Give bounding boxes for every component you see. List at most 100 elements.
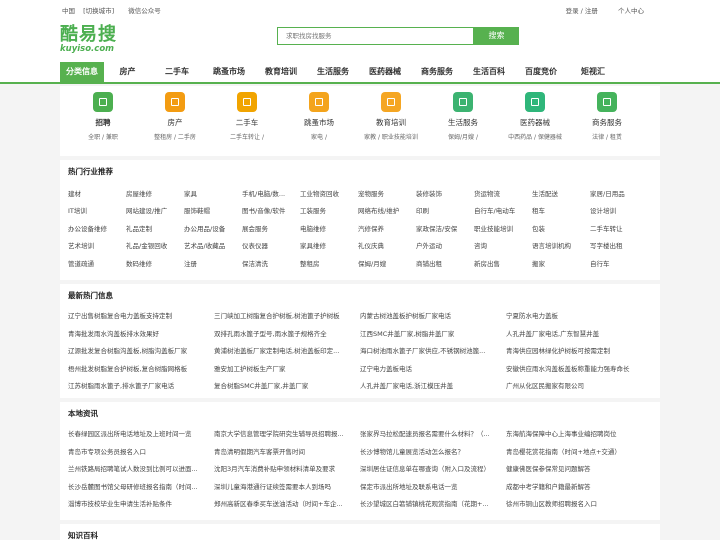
news-link[interactable]: 淄博市技校毕业生申请生活补贴条件: [68, 498, 214, 508]
news-link[interactable]: 复合树脂SMC井盖厂家,井盖厂家: [214, 380, 360, 390]
industry-link[interactable]: 礼仪庆典: [358, 240, 416, 250]
news-link[interactable]: 深圳儿童海港通行证续签需要本人到场吗: [214, 481, 360, 491]
industry-link[interactable]: 咨询: [474, 240, 532, 250]
category-item[interactable]: 商务服务 法律 / 租赁: [577, 92, 637, 141]
industry-link[interactable]: 房屋维修: [126, 188, 184, 198]
industry-link[interactable]: 管道疏通: [68, 258, 126, 268]
login-register-link[interactable]: 登录 / 注册: [566, 7, 598, 15]
news-link[interactable]: 南京大学信息管理学院研究生辅导员招聘报...: [214, 428, 360, 438]
news-link[interactable]: 青岛清明假期汽车客票开售时间: [214, 446, 360, 456]
industry-link[interactable]: 搬家: [532, 258, 590, 268]
news-link[interactable]: 青海批发雨水沟盖板排水效果好: [68, 328, 214, 338]
news-link[interactable]: 辽源批发复合树脂沟盖板,树脂沟盖板厂家: [68, 345, 214, 355]
news-link[interactable]: 青岛市专项公务员报名入口: [68, 446, 214, 456]
industry-link[interactable]: 礼品/金银回收: [126, 240, 184, 250]
category-subtitle[interactable]: 中西药品 / 保健器械: [505, 132, 565, 141]
industry-link[interactable]: 手机/电脑/数...: [242, 188, 300, 198]
industry-link[interactable]: 服饰鞋帽: [184, 205, 242, 215]
nav-item[interactable]: 跳蚤市场: [203, 62, 255, 82]
news-link[interactable]: 宁夏防水电力盖板: [506, 310, 652, 320]
industry-link[interactable]: 家具维修: [300, 240, 358, 250]
industry-link[interactable]: 图书/音像/软件: [242, 205, 300, 215]
category-subtitle[interactable]: 法律 / 租赁: [577, 132, 637, 141]
industry-link[interactable]: 网络布线/维护: [358, 205, 416, 215]
news-link[interactable]: 安徽供应雨水沟盖板盖板称重能力强寿命长: [506, 363, 652, 373]
industry-link[interactable]: 办公设备维修: [68, 223, 126, 233]
news-link[interactable]: 保定市派出所地址及联系电话一览: [360, 481, 506, 491]
category-subtitle[interactable]: 保姆/月嫂 /: [433, 132, 493, 141]
site-logo[interactable]: 酷易搜 kuyiso.com: [60, 26, 120, 56]
nav-item[interactable]: 商务服务: [411, 62, 463, 82]
switch-city-link[interactable]: [切换城市]: [83, 7, 114, 15]
industry-link[interactable]: 设计培训: [590, 205, 648, 215]
industry-link[interactable]: 数码维修: [126, 258, 184, 268]
industry-link[interactable]: 自行车: [590, 258, 648, 268]
news-link[interactable]: 人孔井盖厂家电话,浙江模压井盖: [360, 380, 506, 390]
industry-link[interactable]: 职业技能培训: [474, 223, 532, 233]
industry-link[interactable]: 语言培训机构: [532, 240, 590, 250]
category-subtitle[interactable]: 二手车转让 /: [217, 132, 277, 141]
category-subtitle[interactable]: 家教 / 职业技能培训: [361, 132, 421, 141]
news-link[interactable]: 长沙望城区白箬铺镇桃花观赏指南（花期+...: [360, 498, 506, 508]
news-link[interactable]: 长沙岳麓图书馆父母研修班报名指南（时间...: [68, 481, 214, 491]
news-link[interactable]: 辽宁出售树脂复合电力盖板支持定制: [68, 310, 214, 320]
industry-link[interactable]: 写字楼出租: [590, 240, 648, 250]
industry-link[interactable]: 办公用品/设备: [184, 223, 242, 233]
nav-item[interactable]: 教育培训: [255, 62, 307, 82]
news-link[interactable]: 黄浦树池盖板厂家定制电话,树池盖板印定...: [214, 345, 360, 355]
news-link[interactable]: 长沙博物馆儿童展览活动怎么报名？: [360, 446, 506, 456]
search-button[interactable]: 搜索: [474, 27, 519, 45]
category-item[interactable]: 医药器械 中西药品 / 保健器械: [505, 92, 565, 141]
news-link[interactable]: 内蒙古树池盖板护树板厂家电话: [360, 310, 506, 320]
category-item[interactable]: 二手车 二手车转让 /: [217, 92, 277, 141]
industry-link[interactable]: 注册: [184, 258, 242, 268]
news-link[interactable]: 徐州市铜山区教师招聘报名入口: [506, 498, 652, 508]
news-link[interactable]: 人孔井盖厂家电话,广东智慧井盖: [506, 328, 652, 338]
nav-item[interactable]: 分类信息: [60, 62, 104, 82]
news-link[interactable]: 健康佛医保参保常见问题解答: [506, 463, 652, 473]
nav-item[interactable]: 房产: [104, 62, 151, 82]
industry-link[interactable]: 家具: [184, 188, 242, 198]
category-subtitle[interactable]: 整租房 / 二手房: [145, 132, 205, 141]
category-item[interactable]: 跳蚤市场 家电 /: [289, 92, 349, 141]
industry-link[interactable]: 货运物流: [474, 188, 532, 198]
news-link[interactable]: 深圳居住证信息单在哪查询（附入口及流程）: [360, 463, 506, 473]
nav-item[interactable]: 生活百科: [463, 62, 515, 82]
news-link[interactable]: 长春绿园区派出所电话地址及上班时间一览: [68, 428, 214, 438]
nav-item[interactable]: 二手车: [151, 62, 203, 82]
industry-link[interactable]: 展会服务: [242, 223, 300, 233]
industry-link[interactable]: 保姆/月嫂: [358, 258, 416, 268]
news-link[interactable]: 江西SMC井盖厂家,树脂井盖厂家: [360, 328, 506, 338]
news-link[interactable]: 青岛樱花赏花指南（时间+地点+交通）: [506, 446, 652, 456]
industry-link[interactable]: IT培训: [68, 205, 126, 215]
category-item[interactable]: 教育培训 家教 / 职业技能培训: [361, 92, 421, 141]
news-link[interactable]: 梧州批发树脂复合护树板,复合树脂网格板: [68, 363, 214, 373]
news-link[interactable]: 海口树池雨水篦子厂家供应,不锈钢树池篦...: [360, 345, 506, 355]
industry-link[interactable]: 新房出售: [474, 258, 532, 268]
industry-link[interactable]: 宠物服务: [358, 188, 416, 198]
nav-item[interactable]: 百度竞价: [515, 62, 567, 82]
industry-link[interactable]: 商铺出租: [416, 258, 474, 268]
news-link[interactable]: 辽宁电力盖板电话: [360, 363, 506, 373]
nav-item[interactable]: 生活服务: [307, 62, 359, 82]
category-item[interactable]: 房产 整租房 / 二手房: [145, 92, 205, 141]
search-input[interactable]: [278, 28, 458, 44]
industry-link[interactable]: 包装: [532, 223, 590, 233]
industry-link[interactable]: 户外运动: [416, 240, 474, 250]
industry-link[interactable]: 整租房: [300, 258, 358, 268]
industry-link[interactable]: 装修装饰: [416, 188, 474, 198]
industry-link[interactable]: 自行车/电动车: [474, 205, 532, 215]
industry-link[interactable]: 家居/日用品: [590, 188, 648, 198]
news-link[interactable]: 江苏树脂雨水篦子,排水篦子厂家电话: [68, 380, 214, 390]
news-link[interactable]: 雅安加工护树板生产厂家: [214, 363, 360, 373]
news-link[interactable]: 青海供应园林绿化护树板可按需定制: [506, 345, 652, 355]
industry-link[interactable]: 工装服务: [300, 205, 358, 215]
industry-link[interactable]: 生活配送: [532, 188, 590, 198]
industry-link[interactable]: 电脑维修: [300, 223, 358, 233]
industry-link[interactable]: 租车: [532, 205, 590, 215]
industry-link[interactable]: 汽修保养: [358, 223, 416, 233]
industry-link[interactable]: 艺术品/收藏品: [184, 240, 242, 250]
industry-link[interactable]: 二手车转让: [590, 223, 648, 233]
news-link[interactable]: 兰州铁路局招聘笔试人数没到比例可以进面...: [68, 463, 214, 473]
industry-link[interactable]: 工业物资回收: [300, 188, 358, 198]
